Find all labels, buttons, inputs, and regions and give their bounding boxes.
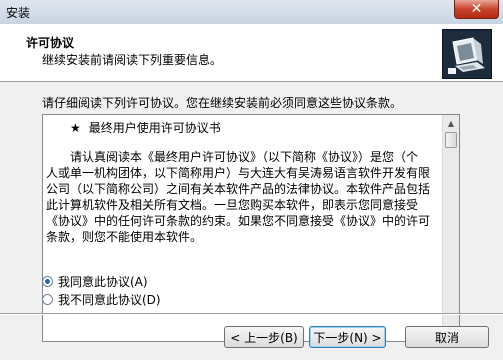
scroll-up-icon[interactable]: ▲ xyxy=(443,115,459,132)
title-bar: 安装 ✕ xyxy=(0,0,503,25)
agree-option[interactable]: 我同意此协议(A) xyxy=(42,273,148,290)
cancel-button[interactable]: 取消 xyxy=(405,326,489,348)
vertical-scrollbar[interactable]: ▲ ▼ xyxy=(442,115,459,341)
disagree-label[interactable]: 我不同意此协议(D) xyxy=(58,291,161,308)
instruction-text: 请仔细阅读下列许可协议。您在继续安装前必须同意这些协议条款。 xyxy=(42,96,403,110)
license-line: 此计算机软件及相关所有文档。一旦您购买本软件，即表示您同意接受 xyxy=(46,198,419,212)
footer-divider xyxy=(0,313,503,315)
license-line: 人或单一机构团体，以下简称用户）与大连大有吴涛易语言软件开发有限 xyxy=(46,166,431,180)
agree-label[interactable]: 我同意此协议(A) xyxy=(58,273,148,290)
license-title: ★ 最终用户使用许可协议书 xyxy=(46,120,440,136)
page-subtitle: 继续安装前请阅读下列重要信息。 xyxy=(42,53,223,67)
page-title: 许可协议 xyxy=(26,36,75,50)
license-line: 条款，则您不能使用本软件。 xyxy=(46,230,203,244)
star-icon: ★ xyxy=(70,121,81,135)
next-button[interactable]: 下一步(N) > xyxy=(309,326,386,348)
license-line: 请认真阅读本《最终用户许可协议》（以下简称《协议》）是您（个 xyxy=(70,150,419,164)
license-line: 《协议》中的任何许可条款的约束。如果您不同意接受《协议》中的许可 xyxy=(46,214,431,228)
close-button[interactable]: ✕ xyxy=(454,0,499,19)
wizard-header: 许可协议 继续安装前请阅读下列重要信息。 xyxy=(0,24,503,82)
agree-radio[interactable] xyxy=(42,276,53,287)
license-title-text: 最终用户使用许可协议书 xyxy=(88,121,221,135)
back-button[interactable]: < 上一步(B) xyxy=(224,326,304,348)
disagree-radio[interactable] xyxy=(42,294,53,305)
installer-computer-icon xyxy=(442,29,492,79)
license-content: ★ 最终用户使用许可协议书 请认真阅读本《最终用户许可协议》（以下简称《协议》）是… xyxy=(46,120,440,245)
scroll-thumb[interactable] xyxy=(445,132,457,148)
close-icon: ✕ xyxy=(470,1,483,17)
license-line: 公司（以下简称公司）之间有关本软件产品的法律协议。本软件产品包括 xyxy=(46,182,431,196)
window-title: 安装 xyxy=(6,6,31,20)
disagree-option[interactable]: 我不同意此协议(D) xyxy=(42,291,161,308)
